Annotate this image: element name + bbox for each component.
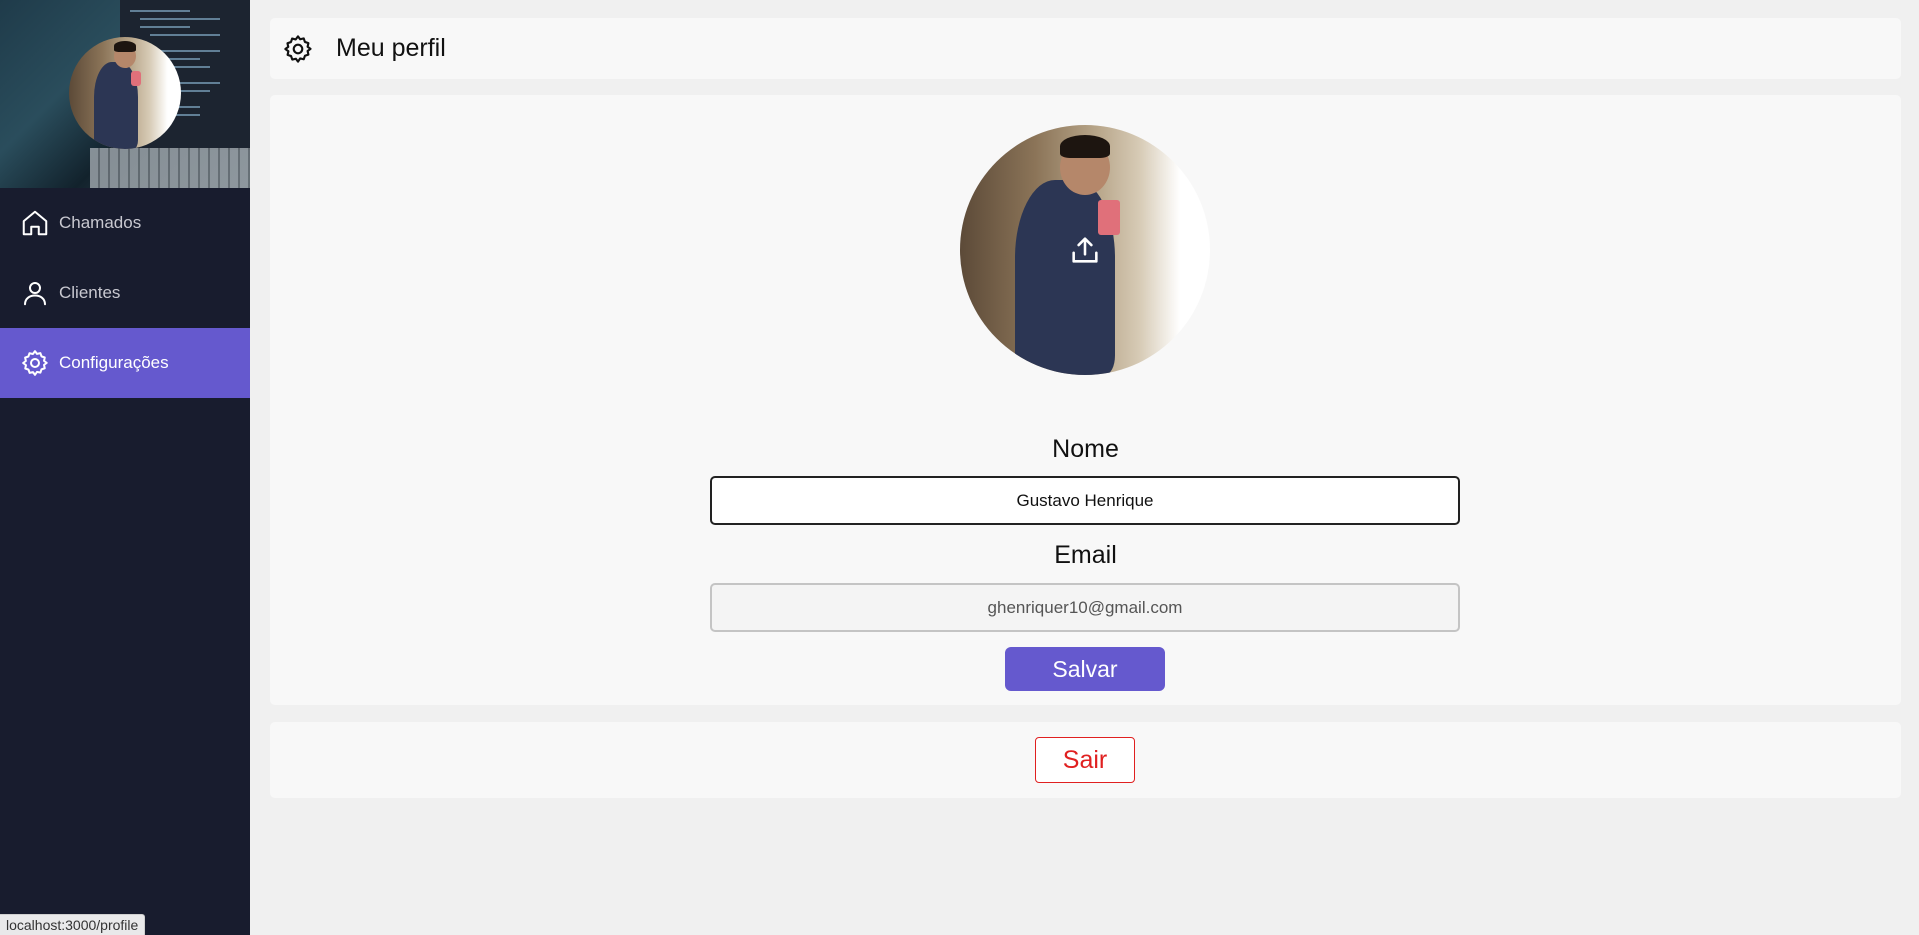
- profile-form-panel: Nome Email Salvar: [270, 95, 1901, 705]
- sidebar-item-label: Chamados: [59, 213, 142, 232]
- gear-icon: [22, 350, 48, 376]
- sidebar: Chamados Clientes Configurações: [0, 0, 250, 935]
- sidebar-header-banner: [0, 0, 250, 188]
- email-field: [710, 583, 1460, 632]
- logout-button[interactable]: Sair: [1035, 737, 1135, 783]
- sidebar-avatar: [69, 37, 181, 149]
- gear-icon: [284, 34, 312, 63]
- page-title: Meu perfil: [336, 34, 446, 62]
- upload-overlay: [960, 125, 1210, 375]
- sidebar-item-clientes[interactable]: Clientes: [0, 258, 250, 328]
- avatar-upload[interactable]: [960, 125, 1210, 375]
- save-button[interactable]: Salvar: [1005, 647, 1165, 691]
- user-icon: [24, 282, 46, 306]
- name-field[interactable]: [710, 476, 1460, 525]
- sidebar-item-label: Clientes: [59, 283, 121, 302]
- upload-icon: [1072, 237, 1098, 263]
- sidebar-item-chamados[interactable]: Chamados: [0, 188, 250, 258]
- home-icon: [22, 210, 48, 236]
- sidebar-item-label: Configurações: [59, 353, 169, 372]
- page-header: Meu perfil: [270, 18, 1901, 79]
- logout-panel: Sair: [270, 722, 1901, 798]
- name-label: Nome: [1052, 435, 1119, 463]
- status-bar-url: localhost:3000/profile: [0, 914, 146, 935]
- laptop-keyboard-image: [90, 148, 250, 188]
- sidebar-item-configuracoes[interactable]: Configurações: [0, 328, 250, 398]
- email-label: Email: [1054, 541, 1117, 569]
- sidebar-nav: Chamados Clientes Configurações: [0, 188, 250, 398]
